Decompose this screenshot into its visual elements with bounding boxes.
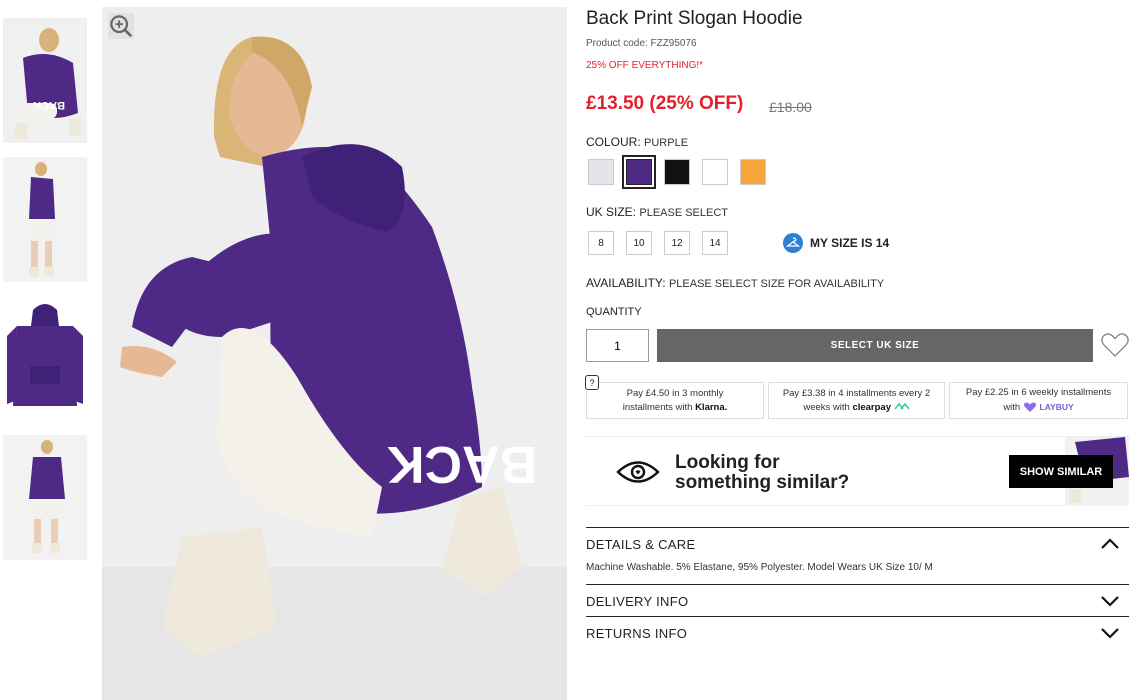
thumbnail-2-image [3,157,87,282]
size-option-8[interactable]: 8 [588,231,614,255]
details-care-title: DETAILS & CARE [586,537,696,552]
similar-text-line2: something similar? [675,472,850,493]
size-selected-value: PLEASE SELECT [639,207,729,219]
inst-2-pre: Pay [782,387,800,399]
laybuy-logo: LAYBUY [1039,402,1074,412]
similar-items-banner: Looking for something similar? SHOW SIMI… [586,436,1129,506]
zoom-button[interactable] [108,13,134,39]
colour-swatches [588,155,766,189]
inst-2-post: weeks with [803,401,850,413]
original-price: £18.00 [769,99,812,115]
size-label: UK SIZE: PLEASE SELECT [586,205,728,219]
thumbnail-1-image: BACK [3,18,87,143]
product-title: Back Print Slogan Hoodie [586,8,803,29]
returns-info-accordion[interactable]: RETURNS INFO [586,616,1129,648]
inst-1-amount: £4.50 [645,387,670,399]
inst-3-pre: Pay [965,387,983,398]
thumbnail-3[interactable] [3,296,87,421]
my-size-link[interactable]: MY SIZE IS 14 [783,233,889,253]
inst-3-amount: £2.25 [984,387,1009,398]
hanger-icon [783,233,803,253]
delivery-info-accordion[interactable]: DELIVERY INFO [586,584,1129,616]
quantity-label: QUANTITY [586,306,642,318]
chevron-down-icon [1101,596,1119,607]
returns-info-title: RETURNS INFO [586,626,688,641]
thumbnail-4-image [3,435,87,560]
availability-label-text: AVAILABILITY: [586,276,666,290]
inst-2-amount: £3.38 [801,387,826,399]
promo-text: 25% OFF EVERYTHING!* [586,60,704,71]
thumbnail-3-image [3,296,87,421]
installment-options: Pay £4.50 in 3 monthly installments with… [586,382,1128,419]
chevron-up-icon [1101,538,1119,549]
inst-1-pre: Pay [626,387,644,399]
colour-label-text: COLOUR: [586,135,641,149]
zoom-icon [110,15,133,38]
similar-text-line1: Looking for [675,452,780,473]
help-button[interactable]: ? [585,375,599,390]
inst-1-mid: in 3 monthly [672,387,724,399]
thumbnail-1[interactable]: BACK [3,18,87,143]
details-care-accordion[interactable]: DETAILS & CARE Machine Washable. 5% Elas… [586,527,1129,585]
inst-3-mid: in 6 weekly installments [1011,387,1112,398]
details-care-text: Machine Washable. 5% Elastane, 95% Polye… [586,562,933,573]
select-size-button[interactable]: SELECT UK SIZE [657,329,1093,362]
similar-text: Looking for something similar? [675,453,849,493]
swatch-orange[interactable] [740,159,766,185]
size-options: 8 10 12 14 [588,231,728,255]
colour-label: COLOUR: PURPLE [586,135,688,149]
wishlist-heart-icon[interactable] [1100,331,1129,359]
chevron-down-icon [1101,628,1119,639]
inst-1-post: installments with [622,401,693,413]
laybuy-option[interactable]: Pay £2.25 in 6 weekly installments with … [949,382,1128,419]
eye-icon [616,461,660,483]
availability-value: PLEASE SELECT SIZE FOR AVAILABILITY [668,278,885,290]
delivery-info-title: DELIVERY INFO [586,594,689,609]
swatch-black[interactable] [664,159,690,185]
klarna-logo: Klarna. [695,401,728,413]
back-print-text: BACK [386,435,537,493]
my-size-text: MY SIZE IS 14 [810,236,890,250]
clearpay-logo: clearpay [852,401,891,413]
size-option-14[interactable]: 14 [702,231,728,255]
swatch-purple[interactable] [622,155,656,189]
size-option-12[interactable]: 12 [664,231,690,255]
inst-3-post: with [1003,402,1021,413]
product-code: Product code: FZZ95076 [586,38,697,49]
inst-2-mid: in 4 installments every 2 [828,387,931,399]
thumbnail-2[interactable] [3,157,87,282]
swatch-white[interactable] [702,159,728,185]
thumbnail-1-back-text: BACK [33,99,65,111]
main-product-image[interactable]: BACK [102,7,567,700]
show-similar-button[interactable]: SHOW SIMILAR [1009,455,1113,488]
quantity-input[interactable] [586,329,649,362]
clearpay-option[interactable]: Pay £3.38 in 4 installments every 2 week… [768,382,945,419]
klarna-option[interactable]: Pay £4.50 in 3 monthly installments with… [586,382,764,419]
clearpay-arrows-icon [894,403,910,410]
thumbnail-gallery: BACK [3,18,87,574]
size-option-10[interactable]: 10 [626,231,652,255]
sale-price: £13.50 (25% OFF) [586,93,744,114]
swatch-grey[interactable] [588,159,614,185]
model-photo: BACK [102,7,567,700]
availability-label: AVAILABILITY: PLEASE SELECT SIZE FOR AVA… [586,276,884,290]
laybuy-heart-icon [1023,402,1036,412]
thumbnail-4[interactable] [3,435,87,560]
colour-selected-value: PURPLE [644,137,689,149]
size-label-text: UK SIZE: [586,205,637,219]
